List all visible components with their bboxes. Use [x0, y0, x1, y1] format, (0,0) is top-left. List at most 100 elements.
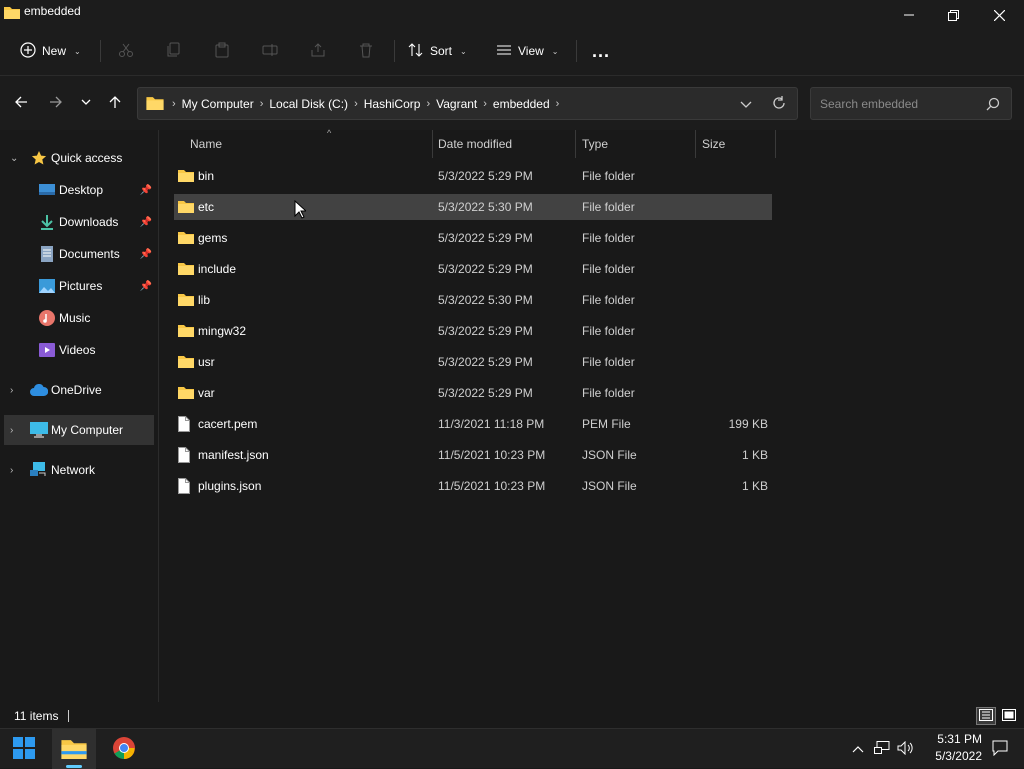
- chevron-right-icon[interactable]: ›: [424, 98, 432, 110]
- details-view-button[interactable]: [976, 707, 996, 725]
- file-row[interactable]: bin 5/3/2022 5:29 PM File folder: [174, 163, 772, 189]
- search-icon[interactable]: [986, 97, 1000, 114]
- refresh-icon[interactable]: [772, 96, 786, 113]
- address-bar[interactable]: › My Computer › Local Disk (C:) › HashiC…: [137, 87, 798, 120]
- sidebar-item-documents[interactable]: Documents 📌: [4, 239, 154, 269]
- search-box[interactable]: Search embedded: [810, 87, 1012, 120]
- recent-locations-button[interactable]: [72, 90, 100, 116]
- taskbar-chrome[interactable]: [102, 729, 146, 769]
- taskbar-file-explorer[interactable]: [52, 729, 96, 769]
- back-button[interactable]: [7, 90, 35, 116]
- sidebar-item-label: Network: [51, 463, 96, 477]
- breadcrumb-vagrant[interactable]: Vagrant: [432, 97, 481, 111]
- file-size: 1 KB: [741, 479, 768, 493]
- folder-icon: [178, 323, 194, 340]
- file-row[interactable]: etc 5/3/2022 5:30 PM File folder: [174, 194, 772, 220]
- arrow-right-icon: [49, 95, 63, 112]
- close-button[interactable]: [976, 0, 1022, 30]
- file-row[interactable]: mingw32 5/3/2022 5:29 PM File folder: [174, 318, 772, 344]
- paste-button[interactable]: [214, 30, 230, 72]
- sidebar-item-desktop[interactable]: Desktop 📌: [4, 175, 154, 205]
- sidebar-item-my-computer[interactable]: › My Computer: [4, 415, 154, 445]
- breadcrumb-local-disk[interactable]: Local Disk (C:): [265, 97, 352, 111]
- file-name: manifest.json: [198, 448, 269, 462]
- desktop-icon: [38, 181, 56, 199]
- column-header-label: Type: [582, 137, 609, 151]
- forward-button[interactable]: [42, 90, 70, 116]
- file-row[interactable]: usr 5/3/2022 5:29 PM File folder: [174, 349, 772, 375]
- pin-icon[interactable]: 📌: [140, 217, 152, 228]
- chevron-down-icon[interactable]: ⌄: [10, 153, 18, 164]
- chevron-right-icon[interactable]: ›: [10, 465, 13, 476]
- sidebar-item-quick-access[interactable]: ⌄ Quick access: [4, 143, 154, 173]
- rename-button[interactable]: [262, 30, 278, 72]
- chevron-right-icon[interactable]: ›: [481, 98, 489, 110]
- chevron-right-icon[interactable]: ›: [554, 98, 562, 110]
- copy-button[interactable]: [166, 30, 182, 72]
- pin-icon[interactable]: 📌: [140, 249, 152, 260]
- column-header-label: Size: [702, 137, 726, 151]
- share-button[interactable]: [310, 30, 326, 72]
- file-type: File folder: [582, 169, 635, 183]
- file-date-modified: 11/3/2021 11:18 PM: [438, 417, 545, 431]
- minimize-button[interactable]: [886, 0, 932, 30]
- file-row[interactable]: lib 5/3/2022 5:30 PM File folder: [174, 287, 772, 313]
- file-row[interactable]: var 5/3/2022 5:29 PM File folder: [174, 380, 772, 406]
- folder-icon: [178, 292, 194, 309]
- network-icon: [874, 740, 890, 758]
- show-hidden-icons-button[interactable]: [848, 729, 868, 769]
- file-row[interactable]: gems 5/3/2022 5:29 PM File folder: [174, 225, 772, 251]
- clock[interactable]: 5:31 PM 5/3/2022: [918, 731, 982, 765]
- notifications-button[interactable]: [990, 729, 1010, 769]
- sidebar-item-onedrive[interactable]: › OneDrive: [4, 375, 154, 405]
- see-more-button[interactable]: ...: [592, 30, 610, 72]
- column-header-name[interactable]: ^ Name: [184, 128, 433, 158]
- cut-button[interactable]: [118, 30, 134, 72]
- sidebar-item-videos[interactable]: Videos: [4, 335, 154, 365]
- folder-icon: [178, 261, 194, 278]
- large-icons-view-button[interactable]: [999, 707, 1019, 725]
- column-header-date-modified[interactable]: Date modified: [432, 130, 576, 158]
- column-header-size[interactable]: Size: [696, 130, 776, 158]
- network-status-button[interactable]: [872, 729, 892, 769]
- file-name: bin: [198, 169, 215, 183]
- view-button[interactable]: View ⌄: [496, 30, 559, 72]
- pin-icon[interactable]: 📌: [140, 281, 152, 292]
- search-input[interactable]: Search embedded: [820, 97, 918, 111]
- address-history-button[interactable]: [740, 98, 752, 112]
- file-type: File folder: [582, 324, 635, 338]
- view-list-icon: [496, 42, 512, 61]
- folder-icon: [178, 199, 194, 216]
- sidebar-item-pictures[interactable]: Pictures 📌: [4, 271, 154, 301]
- restore-button[interactable]: [930, 0, 976, 30]
- volume-button[interactable]: [895, 729, 915, 769]
- sort-button[interactable]: Sort ⌄: [408, 30, 467, 72]
- chevron-right-icon[interactable]: ›: [352, 98, 360, 110]
- pin-icon[interactable]: 📌: [140, 185, 152, 196]
- sidebar-item-music[interactable]: Music: [4, 303, 154, 333]
- file-name: gems: [198, 231, 228, 245]
- column-header-type[interactable]: Type: [576, 130, 696, 158]
- command-bar: New ⌄ Sort ⌄ View ⌄ ...: [0, 30, 1024, 76]
- chevron-right-icon[interactable]: ›: [10, 385, 13, 396]
- new-button[interactable]: New ⌄: [20, 30, 81, 72]
- file-name: cacert.pem: [198, 417, 258, 431]
- file-size: 1 KB: [741, 448, 768, 462]
- sidebar-item-network[interactable]: › Network: [4, 455, 154, 485]
- breadcrumb-my-computer[interactable]: My Computer: [178, 97, 258, 111]
- up-button[interactable]: [101, 90, 129, 116]
- file-row[interactable]: cacert.pem 11/3/2021 11:18 PM PEM File 199 …: [174, 411, 772, 437]
- file-row[interactable]: include 5/3/2022 5:29 PM File folder: [174, 256, 772, 282]
- breadcrumb-embedded[interactable]: embedded: [489, 97, 554, 111]
- delete-button[interactable]: [358, 30, 374, 72]
- file-type: File folder: [582, 293, 635, 307]
- file-date-modified: 5/3/2022 5:29 PM: [438, 169, 533, 183]
- breadcrumb-hashicorp[interactable]: HashiCorp: [360, 97, 425, 111]
- file-row[interactable]: manifest.json 11/5/2021 10:23 PM JSON File…: [174, 442, 772, 468]
- sidebar-item-downloads[interactable]: Downloads 📌: [4, 207, 154, 237]
- file-date-modified: 5/3/2022 5:29 PM: [438, 262, 533, 276]
- chevron-right-icon[interactable]: ›: [258, 98, 266, 110]
- chevron-right-icon[interactable]: ›: [10, 425, 13, 436]
- start-button[interactable]: [2, 729, 46, 769]
- file-row[interactable]: plugins.json 11/5/2021 10:23 PM JSON File 1…: [174, 473, 772, 499]
